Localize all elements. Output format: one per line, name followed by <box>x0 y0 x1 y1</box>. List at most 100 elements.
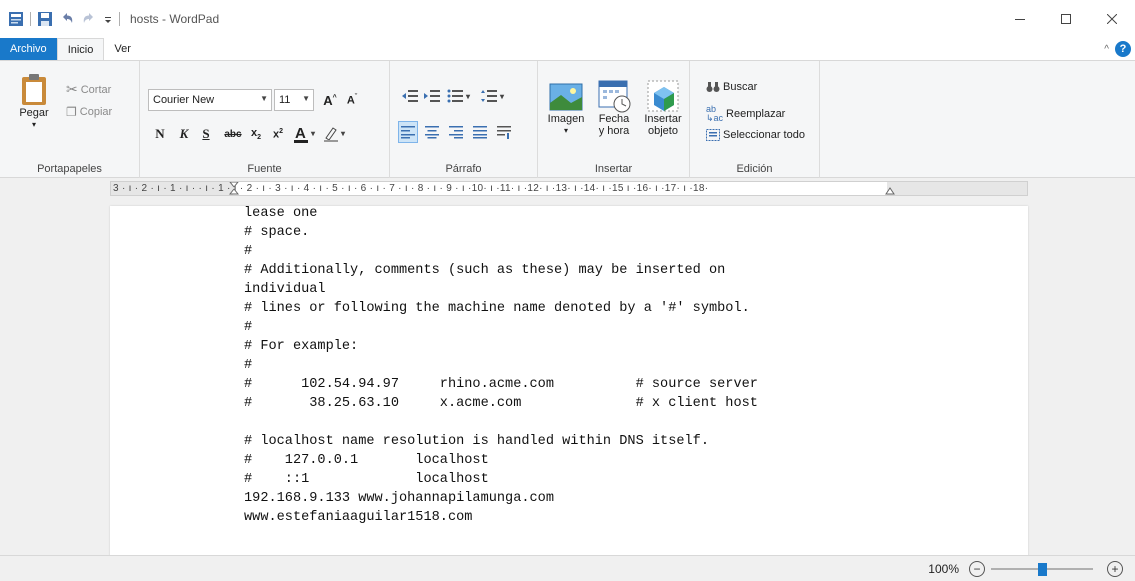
line-spacing-button[interactable]: ▾ <box>480 85 510 107</box>
subscript-button[interactable]: x2 <box>246 123 266 145</box>
decrease-indent-icon <box>402 90 418 102</box>
zoom-level-text: 100% <box>928 562 959 576</box>
font-size-value: 11 <box>279 94 291 106</box>
shrink-font-button[interactable]: Aˇ <box>342 89 362 111</box>
document-line[interactable]: # 102.54.94.97 rhino.acme.com # source s… <box>244 375 758 394</box>
tab-archivo[interactable]: Archivo <box>0 38 57 60</box>
zoom-slider-thumb[interactable] <box>1038 563 1047 576</box>
document-line[interactable]: # Additionally, comments (such as these)… <box>244 261 758 280</box>
calendar-clock-icon <box>598 80 631 113</box>
document-line[interactable]: # 38.25.63.10 x.acme.com # x client host <box>244 394 758 413</box>
text-color-icon: A ▾ <box>294 125 316 143</box>
document-line[interactable]: # space. <box>244 223 758 242</box>
replace-label: Reemplazar <box>726 108 786 120</box>
bold-button[interactable]: N <box>150 123 170 145</box>
chevron-down-icon: ▼ <box>302 94 310 103</box>
object-label-2: objeto <box>648 125 678 137</box>
help-icon[interactable]: ? <box>1115 41 1131 57</box>
cut-button[interactable]: ✂ Cortar <box>66 81 111 98</box>
ribbon: Pegar ▾ ✂ Cortar ❐ Copiar Portapapeles C… <box>0 60 1135 178</box>
highlight-color-button[interactable]: ▾ <box>322 123 350 145</box>
left-indent-marker-icon[interactable] <box>229 182 239 196</box>
subscript-icon: x2 <box>250 126 262 142</box>
document-line[interactable]: # <box>244 356 758 375</box>
paragraph-settings-button[interactable] <box>494 121 514 143</box>
group-label-font: Fuente <box>247 163 282 175</box>
document-line[interactable]: # For example: <box>244 337 758 356</box>
svg-text:▾: ▾ <box>310 129 316 138</box>
strikethrough-button[interactable]: abc <box>220 123 246 145</box>
title-bar: hosts - WordPad <box>0 0 1135 38</box>
justify-button[interactable] <box>470 121 490 143</box>
right-indent-marker-icon[interactable] <box>885 182 895 196</box>
image-icon <box>549 83 583 111</box>
document-line[interactable]: individual <box>244 280 758 299</box>
align-right-button[interactable] <box>446 121 466 143</box>
document-line[interactable]: lease one <box>244 204 758 223</box>
underline-button[interactable]: S <box>196 123 216 145</box>
ruler[interactable]: 3 · ı · 2 · ı · 1 · ı · · ı · 1 · ı · 2 … <box>110 181 1028 196</box>
document-line[interactable]: # lines or following the machine name de… <box>244 299 758 318</box>
svg-text:▾: ▾ <box>465 92 471 101</box>
paste-dropdown-icon[interactable]: ▾ <box>32 119 36 131</box>
grow-font-button[interactable]: A^ <box>320 89 340 111</box>
close-button[interactable] <box>1089 0 1135 38</box>
copy-button[interactable]: ❐ Copiar <box>66 105 112 119</box>
insert-datetime-button[interactable]: Fecha y hora <box>592 79 636 137</box>
document-line[interactable]: # 127.0.0.1 localhost <box>244 451 758 470</box>
align-center-button[interactable] <box>422 121 442 143</box>
zoom-slider[interactable] <box>991 563 1093 576</box>
line-spacing-icon: ▾ <box>481 90 505 102</box>
bullet-list-button[interactable]: ▾ <box>446 85 476 107</box>
status-bar: 100% − + <box>0 555 1135 581</box>
datetime-label-2: y hora <box>598 125 630 137</box>
insert-image-button[interactable]: Imagen ▾ <box>544 81 588 137</box>
maximize-button[interactable] <box>1043 0 1089 38</box>
document-page[interactable]: lease one # space. # # Additionally, commen… <box>110 206 1028 555</box>
ribbon-tabs: Archivo Inicio Ver ^ ? <box>0 38 1135 60</box>
insert-object-button[interactable]: Insertar objeto <box>640 79 686 137</box>
customize-toolbar-icon[interactable] <box>103 11 113 27</box>
document-text[interactable]: lease one # space. # # Additionally, commen… <box>244 204 758 527</box>
paste-icon <box>22 74 46 105</box>
document-line[interactable] <box>244 413 758 432</box>
zoom-in-button[interactable]: + <box>1107 561 1123 577</box>
group-edit: Buscar ab ↳ac Reemplazar Seleccionar todo… <box>690 61 820 178</box>
save-icon[interactable] <box>37 11 53 27</box>
tab-inicio[interactable]: Inicio <box>56 38 105 60</box>
align-left-button[interactable] <box>398 121 418 143</box>
collapse-ribbon-icon[interactable]: ^ <box>1104 44 1109 55</box>
insert-image-label: Imagen <box>547 113 585 125</box>
text-color-button[interactable]: A ▾ <box>292 123 320 145</box>
minimize-button[interactable] <box>997 0 1043 38</box>
copy-icon: ❐ <box>66 105 77 119</box>
svg-text:A: A <box>295 125 306 142</box>
ruler-right-margin <box>887 182 1027 195</box>
undo-icon[interactable] <box>59 11 75 27</box>
select-all-button[interactable]: Seleccionar todo <box>706 129 805 141</box>
tab-ver[interactable]: Ver <box>104 38 141 60</box>
decrease-indent-button[interactable] <box>400 85 420 107</box>
document-line[interactable]: # <box>244 318 758 337</box>
increase-indent-button[interactable] <box>422 85 442 107</box>
font-size-select[interactable]: 11 ▼ <box>274 89 314 111</box>
redo-icon[interactable] <box>81 11 97 27</box>
ribbon-right-controls: ^ ? <box>1104 38 1135 60</box>
document-line[interactable]: # localhost name resolution is handled w… <box>244 432 758 451</box>
document-line[interactable]: 192.168.9.133 www.johannapilamunga.com <box>244 489 758 508</box>
font-family-select[interactable]: Courier New ▼ <box>148 89 272 111</box>
cut-label: Cortar <box>80 83 112 96</box>
wordpad-app-icon[interactable] <box>8 11 24 27</box>
replace-button[interactable]: ab ↳ac Reemplazar <box>706 105 785 123</box>
document-line[interactable]: www.estefaniaaguilar1518.com <box>244 508 758 527</box>
italic-button[interactable]: K <box>174 123 194 145</box>
chevron-down-icon: ▼ <box>260 94 268 103</box>
document-line[interactable]: # ::1 localhost <box>244 470 758 489</box>
zoom-out-button[interactable]: − <box>969 561 985 577</box>
datetime-label-1: Fecha <box>598 113 630 125</box>
paragraph-icon <box>497 126 511 139</box>
document-line[interactable]: # <box>244 242 758 261</box>
paste-button[interactable]: Pegar ▾ <box>18 73 50 131</box>
find-button[interactable]: Buscar <box>706 81 757 93</box>
superscript-button[interactable]: x2 <box>268 123 288 145</box>
